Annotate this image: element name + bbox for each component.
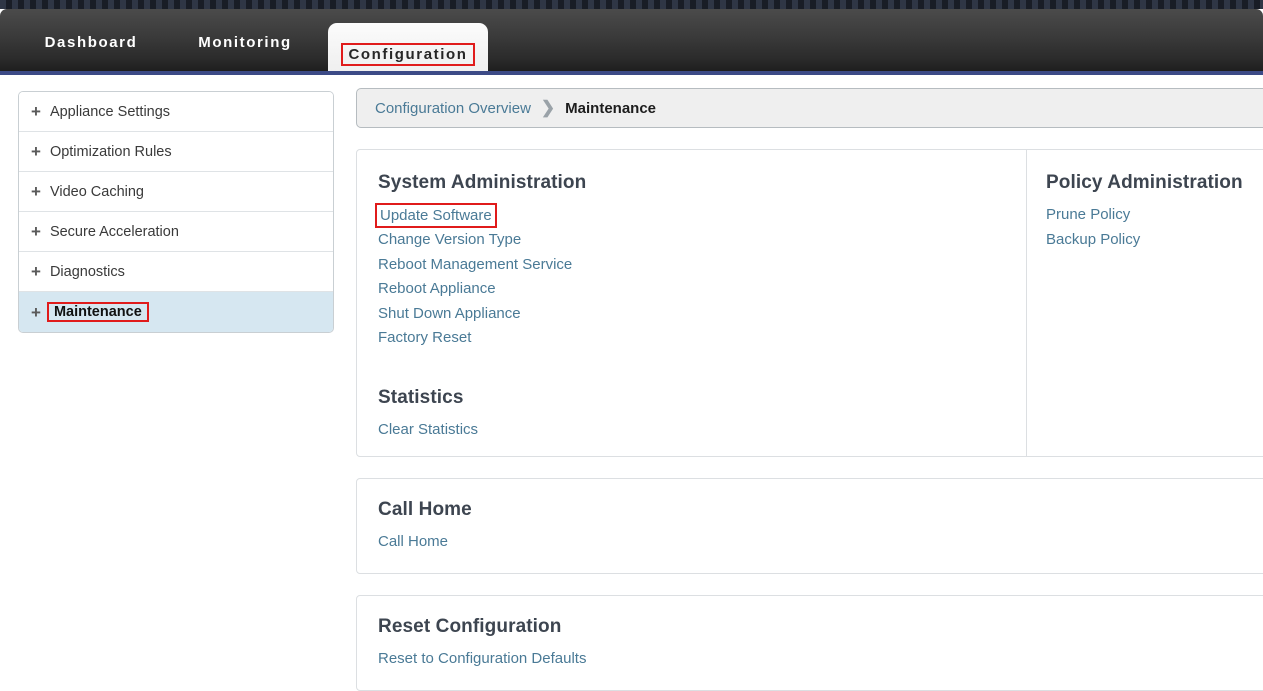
tab-configuration-label: Configuration	[341, 43, 475, 66]
tab-dashboard[interactable]: Dashboard	[18, 9, 164, 75]
link-call-home[interactable]: Call Home	[378, 530, 448, 555]
link-factory-reset[interactable]: Factory Reset	[378, 326, 471, 351]
plus-icon: +	[31, 302, 41, 322]
panel-call-home: Call Home Call Home	[356, 478, 1263, 574]
sidebar-item-label: Maintenance	[46, 302, 149, 322]
section-title-statistics: Statistics	[378, 386, 464, 408]
page-content: + Appliance Settings + Optimization Rule…	[0, 75, 1263, 691]
sidebar-item-optimization-rules[interactable]: + Optimization Rules	[19, 132, 333, 172]
sidebar-item-label: Secure Acceleration	[49, 223, 179, 240]
chevron-right-icon: ❯	[540, 98, 556, 117]
plus-icon: +	[31, 182, 41, 201]
section-title-call-home: Call Home	[378, 499, 472, 520]
window-top-strip	[0, 0, 1263, 9]
sidebar-item-secure-acceleration[interactable]: + Secure Acceleration	[19, 212, 333, 252]
link-change-version-type[interactable]: Change Version Type	[378, 228, 521, 253]
link-shut-down-appliance[interactable]: Shut Down Appliance	[378, 302, 521, 327]
sidebar-item-maintenance[interactable]: + Maintenance	[19, 292, 333, 332]
sidebar-item-label: Appliance Settings	[49, 103, 171, 120]
plus-icon: +	[31, 222, 41, 241]
plus-icon: +	[31, 262, 41, 281]
main-tab-bar: Dashboard Monitoring Configuration	[0, 9, 1263, 81]
panel-reset-configuration: Reset Configuration Reset to Configurati…	[356, 595, 1263, 691]
tab-monitoring-label: Monitoring	[198, 33, 292, 51]
sidebar-item-label: Optimization Rules	[49, 143, 172, 160]
tab-monitoring[interactable]: Monitoring	[172, 9, 318, 75]
link-reboot-management-service[interactable]: Reboot Management Service	[378, 253, 572, 278]
main-column: Configuration Overview ❯ Maintenance Sys…	[356, 88, 1263, 691]
configuration-sidebar: + Appliance Settings + Optimization Rule…	[18, 91, 334, 333]
tab-dashboard-label: Dashboard	[44, 33, 138, 51]
policy-administration-column: Policy Administration Prune Policy Backu…	[1027, 150, 1263, 456]
panel-system-administration: System Administration Update Software Ch…	[356, 149, 1263, 457]
link-reboot-appliance[interactable]: Reboot Appliance	[378, 277, 496, 302]
link-clear-statistics[interactable]: Clear Statistics	[378, 418, 478, 443]
sidebar-item-label: Video Caching	[49, 183, 144, 200]
sidebar-item-appliance-settings[interactable]: + Appliance Settings	[19, 92, 333, 132]
link-reset-to-configuration-defaults[interactable]: Reset to Configuration Defaults	[378, 647, 586, 672]
link-prune-policy[interactable]: Prune Policy	[1046, 203, 1130, 228]
link-backup-policy[interactable]: Backup Policy	[1046, 228, 1140, 253]
breadcrumb: Configuration Overview ❯ Maintenance	[356, 88, 1263, 128]
plus-icon: +	[31, 102, 41, 121]
sidebar-item-video-caching[interactable]: + Video Caching	[19, 172, 333, 212]
sidebar-item-diagnostics[interactable]: + Diagnostics	[19, 252, 333, 292]
breadcrumb-link-configuration-overview[interactable]: Configuration Overview	[375, 100, 531, 117]
plus-icon: +	[31, 142, 41, 161]
section-title-policy-administration: Policy Administration	[1046, 172, 1243, 193]
section-title-reset-configuration: Reset Configuration	[378, 616, 562, 637]
system-administration-column: System Administration Update Software Ch…	[357, 150, 1027, 456]
sidebar-item-label: Diagnostics	[49, 263, 125, 280]
section-title-system-administration: System Administration	[378, 172, 587, 193]
breadcrumb-current: Maintenance	[565, 99, 657, 117]
link-update-software[interactable]: Update Software	[375, 203, 497, 228]
